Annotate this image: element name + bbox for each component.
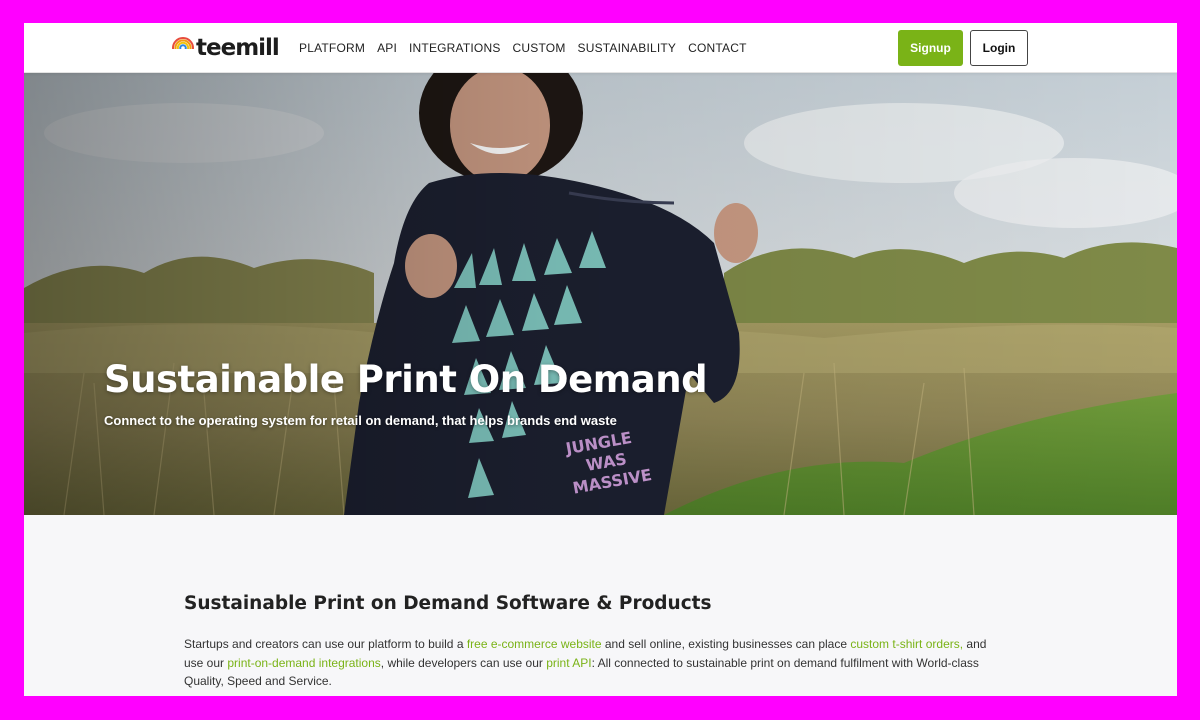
site-header: teemill PLATFORM API INTEGRATIONS CUSTOM… — [24, 23, 1177, 73]
nav-integrations[interactable]: INTEGRATIONS — [409, 41, 501, 55]
print-on-demand-integrations-link[interactable]: print-on-demand integrations — [227, 656, 380, 670]
browser-viewport: teemill PLATFORM API INTEGRATIONS CUSTOM… — [24, 23, 1177, 696]
paragraph-text: Startups and creators can use our platfo… — [184, 637, 467, 651]
hero-title: Sustainable Print On Demand — [104, 358, 708, 401]
paragraph-text: and sell online, existing businesses can… — [601, 637, 851, 651]
logo-wordmark: teemill — [196, 35, 280, 61]
teemill-logo[interactable]: teemill — [172, 35, 280, 61]
nav-sustainability[interactable]: SUSTAINABILITY — [578, 41, 677, 55]
main-nav: PLATFORM API INTEGRATIONS CUSTOM SUSTAIN… — [299, 23, 747, 73]
custom-tshirt-orders-link[interactable]: custom t-shirt orders, — [850, 637, 963, 651]
hero-subtitle: Connect to the operating system for reta… — [104, 413, 617, 428]
hero-banner: JUNGLE WAS MASSIVE Sustainable Print On … — [24, 73, 1177, 515]
login-button[interactable]: Login — [970, 30, 1028, 66]
nav-contact[interactable]: CONTACT — [688, 41, 747, 55]
section-heading: Sustainable Print on Demand Software & P… — [184, 593, 712, 614]
signup-button[interactable]: Signup — [898, 30, 963, 66]
intro-section: Sustainable Print on Demand Software & P… — [184, 593, 1004, 691]
hero-photo-person-in-hoodie: JUNGLE WAS MASSIVE — [24, 73, 1177, 515]
print-api-link[interactable]: print API — [546, 656, 591, 670]
free-ecommerce-website-link[interactable]: free e-commerce website — [467, 637, 602, 651]
nav-api[interactable]: API — [377, 41, 397, 55]
intro-paragraph: Startups and creators can use our platfo… — [184, 635, 1004, 691]
rainbow-logo-icon — [172, 37, 194, 59]
paragraph-text: , while developers can use our — [380, 655, 547, 670]
nav-custom[interactable]: CUSTOM — [513, 41, 566, 55]
nav-platform[interactable]: PLATFORM — [299, 41, 365, 55]
